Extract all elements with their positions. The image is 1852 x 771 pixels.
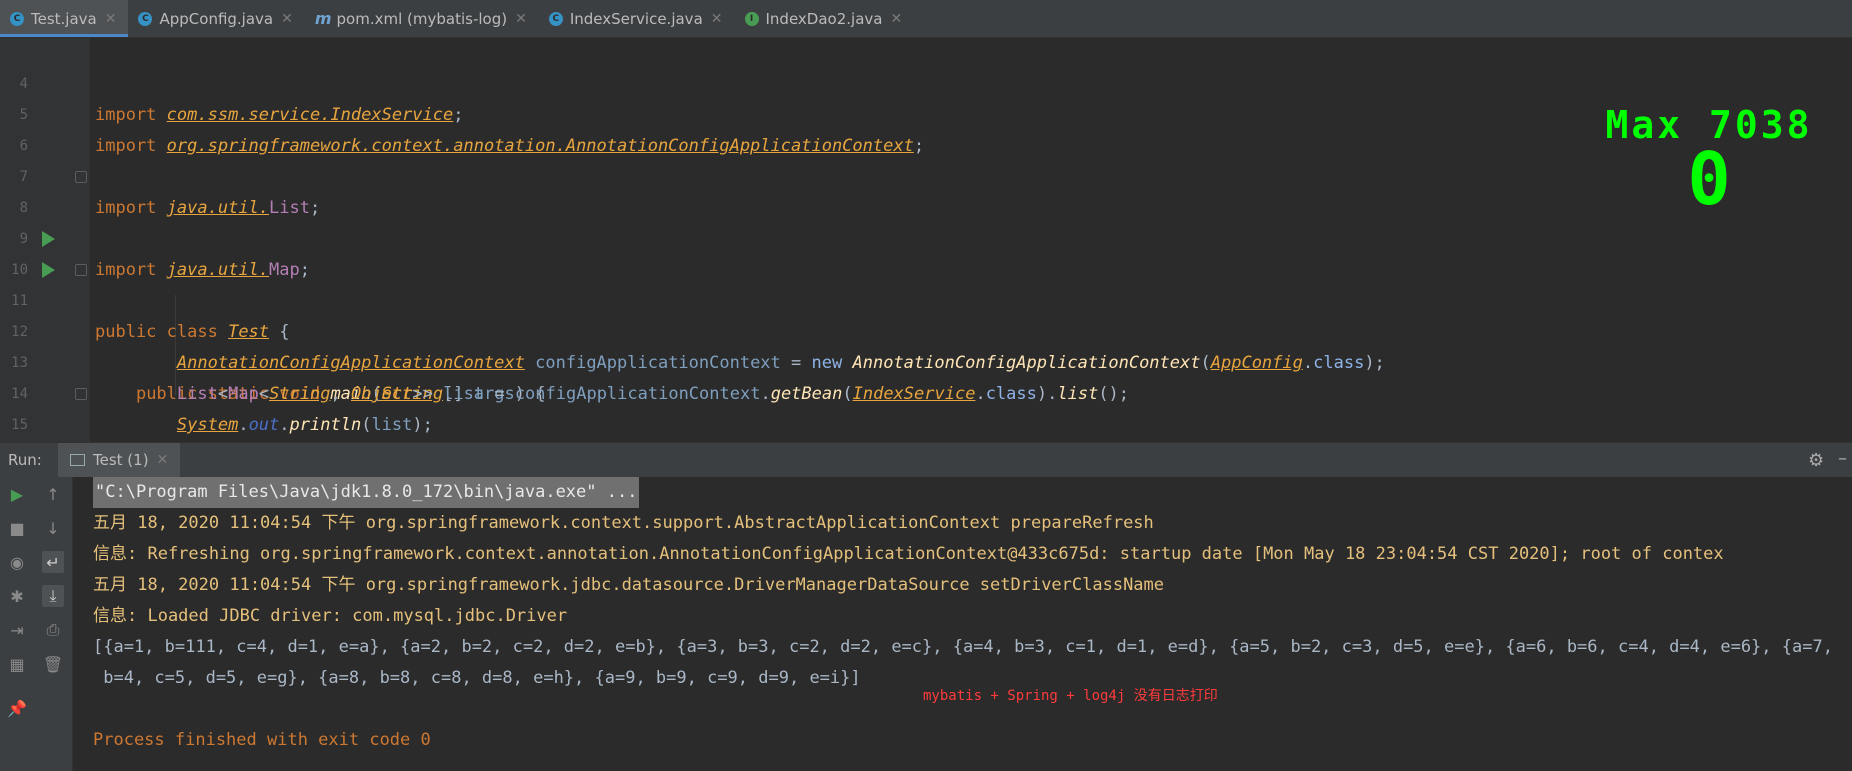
trash-icon[interactable]: 🗑 (42, 653, 64, 675)
camera-icon[interactable]: ◉ (6, 551, 28, 573)
code-line: 5 import org.springframework.context.ann… (0, 69, 1852, 156)
code-line: 8 import java.util.Map; (0, 162, 1852, 280)
close-icon[interactable]: ✕ (515, 11, 527, 27)
tab-label: Test.java (31, 9, 97, 28)
console-line: 信息: Refreshing org.springframework.conte… (93, 544, 1724, 564)
layout-icon[interactable]: ▦ (6, 653, 28, 675)
tab-label: IndexService.java (569, 9, 703, 28)
fold-icon[interactable] (75, 388, 87, 400)
code-line: 10 public class Test { (0, 224, 1852, 342)
console-line: 五月 18, 2020 11:04:54 下午 org.springframew… (93, 575, 1165, 595)
code-line: 11 public static void main(String[] args… (0, 255, 1852, 404)
interface-i-icon: I (744, 11, 759, 26)
close-icon[interactable]: ✕ (890, 11, 902, 27)
close-icon[interactable]: ✕ (157, 452, 169, 468)
close-icon[interactable]: ✕ (711, 11, 723, 27)
tab-indexservice-java[interactable]: C IndexService.java ✕ (539, 0, 735, 37)
tab-label: pom.xml (mybatis-log) (336, 9, 508, 28)
code-line: 14 System.out.println(list); (0, 348, 1852, 435)
console-output[interactable]: "C:\Program Files\Java\jdk1.8.0_172\bin\… (73, 477, 1852, 771)
settings-icon[interactable]: ✱ (6, 585, 28, 607)
run-toolbar: ▶ ↑ ■ ↓ ◉ ↵ ✱ ⤓ ⇥ ⎙ 🗑 ▦ 📌 (0, 477, 73, 771)
class-c-icon: C (10, 11, 24, 26)
rerun-icon[interactable]: ▶ (6, 483, 28, 505)
console-line: Process finished with exit code 0 (93, 730, 431, 750)
class-c-icon: C (548, 11, 563, 26)
stop-icon[interactable]: ■ (6, 517, 28, 539)
scroll-to-end-icon[interactable]: ⤓ (42, 585, 64, 607)
print-icon[interactable]: ⎙ (42, 619, 64, 641)
hide-panel-icon[interactable]: – (1838, 448, 1847, 469)
soft-wrap-icon[interactable]: ↵ (42, 551, 64, 573)
tab-appconfig-java[interactable]: C AppConfig.java ✕ (128, 0, 304, 37)
tab-indexdao2-java[interactable]: I IndexDao2.java ✕ (735, 0, 915, 37)
class-c-icon: C (138, 11, 153, 26)
console-icon (70, 454, 85, 466)
annotation-note: mybatis + Spring + log4j 没有日志打印 (923, 688, 1218, 704)
console-line: b=4, c=5, d=5, e=g}, {a=8, b=8, c=8, d=8… (93, 668, 861, 688)
code-editor[interactable]: 4 import com.ssm.service.IndexService; 5… (0, 38, 1852, 442)
code-line: 9 (0, 193, 1852, 247)
maven-m-icon: m (314, 9, 332, 28)
tab-pom-xml[interactable]: m pom.xml (mybatis-log) ✕ (305, 0, 539, 37)
console-line: 信息: Loaded JDBC driver: com.mysql.jdbc.D… (93, 606, 568, 626)
login-icon[interactable]: ⇥ (6, 619, 28, 641)
code-line: 4 import com.ssm.service.IndexService; (0, 38, 1852, 125)
tab-label: IndexDao2.java (765, 9, 883, 28)
code-line: 15 } (0, 379, 1852, 433)
code-line: 12 AnnotationConfigApplicationContext co… (0, 286, 1852, 373)
code-line: 13 List<Map<String, Object>> list = conf… (0, 317, 1852, 404)
tab-test-java[interactable]: C Test.java ✕ (0, 0, 129, 37)
pin-icon[interactable]: 📌 (6, 697, 28, 719)
editor-tab-bar: C Test.java ✕ C AppConfig.java ✕ m pom.x… (0, 0, 1852, 38)
gear-icon[interactable]: ⚙ (1808, 450, 1824, 471)
run-label: Run: (8, 451, 42, 469)
arrow-down-icon[interactable]: ↓ (42, 517, 64, 539)
run-tab-test[interactable]: Test (1) ✕ (58, 443, 181, 477)
code-line: 7 import java.util.List; (0, 131, 1852, 218)
console-line: "C:\Program Files\Java\jdk1.8.0_172\bin\… (93, 477, 640, 508)
run-method-icon[interactable] (42, 262, 55, 278)
fold-icon[interactable] (75, 171, 87, 183)
close-icon[interactable]: ✕ (105, 11, 117, 27)
tab-label: AppConfig.java (159, 9, 274, 28)
arrow-up-icon[interactable]: ↑ (42, 483, 64, 505)
fold-icon[interactable] (75, 264, 87, 276)
code-line: 6 (0, 100, 1852, 154)
code-line: 16 } (0, 410, 1852, 441)
close-icon[interactable]: ✕ (281, 11, 293, 27)
run-tab-label: Test (1) (93, 451, 149, 469)
console-line: 五月 18, 2020 11:04:54 下午 org.springframew… (93, 513, 1154, 533)
run-panel-header: Run: Test (1) ✕ ⚙ – (0, 442, 1852, 477)
run-class-icon[interactable] (42, 231, 55, 247)
console-line: [{a=1, b=111, c=4, d=1, e=a}, {a=2, b=2,… (93, 637, 1833, 657)
